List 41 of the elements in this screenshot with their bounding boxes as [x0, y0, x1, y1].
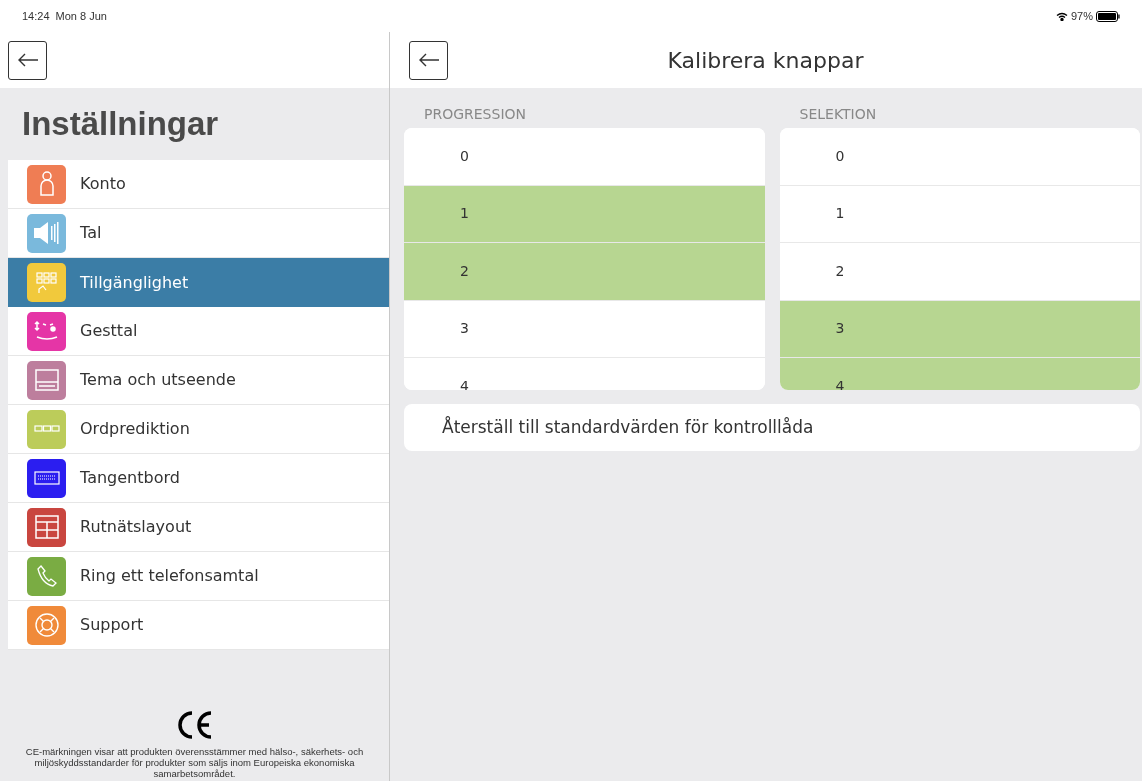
- ce-mark-logo: [175, 710, 214, 740]
- speaker-icon: [31, 220, 62, 246]
- back-arrow-icon: [417, 53, 440, 67]
- sidebar-item[interactable]: Tema och utseende: [8, 356, 389, 405]
- person-icon: [38, 171, 55, 197]
- reset-button[interactable]: Återställ till standardvärden för kontrolllåda: [404, 404, 1140, 451]
- option-row[interactable]: 2: [404, 243, 765, 301]
- option-row[interactable]: 4: [779, 358, 1140, 390]
- sidebar-item[interactable]: Ring ett telefonsamtal: [8, 552, 389, 601]
- sidebar-item[interactable]: Tillgänglighet: [8, 258, 389, 307]
- status-date: Mon 8 Jun: [55, 8, 107, 24]
- column-heading: SELEKTION: [798, 104, 878, 124]
- sidebar-title: Inställningar: [22, 104, 219, 145]
- sidebar-item[interactable]: Rutnätslayout: [8, 503, 389, 552]
- column-heading: PROGRESSION: [423, 104, 527, 124]
- sidebar-item[interactable]: Support: [8, 601, 389, 650]
- sidebar-item[interactable]: Tangentbord: [8, 454, 389, 503]
- status-time: 14:24: [22, 8, 50, 24]
- option-row[interactable]: 3: [779, 300, 1140, 358]
- back-button[interactable]: [8, 40, 47, 80]
- grid-hand-icon: [34, 270, 59, 295]
- screen-keyboard-icon: [33, 368, 60, 392]
- page-title: Kalibrera knappar: [667, 46, 864, 75]
- battery-icon: [1096, 10, 1120, 22]
- sidebar-item[interactable]: Ordprediktion: [8, 405, 389, 454]
- lifebuoy-icon: [33, 612, 60, 638]
- back-button[interactable]: [409, 40, 448, 80]
- phone-icon: [35, 564, 58, 588]
- sidebar-item[interactable]: Konto: [8, 160, 389, 209]
- option-row[interactable]: 0: [404, 128, 765, 186]
- option-row[interactable]: 1: [404, 185, 765, 243]
- grid-layout-icon: [33, 514, 60, 540]
- back-arrow-icon: [16, 53, 39, 67]
- ce-description: CE-märkningen visar att produkten överensstämmer med hälso-, säkerhets- och miljöskyddsstandarder för produkter som säljs inom Europeiska ekonomiska samarbetsområdet.: [24, 746, 365, 779]
- word-boxes-icon: [33, 424, 60, 434]
- sidebar-item[interactable]: Gesttal: [8, 307, 389, 356]
- sidebar-item[interactable]: Tal: [8, 209, 389, 258]
- keyboard-icon: [33, 471, 60, 485]
- battery-percent: 97%: [1070, 8, 1093, 24]
- option-row[interactable]: 0: [779, 128, 1140, 186]
- wifi-icon: [1055, 11, 1068, 21]
